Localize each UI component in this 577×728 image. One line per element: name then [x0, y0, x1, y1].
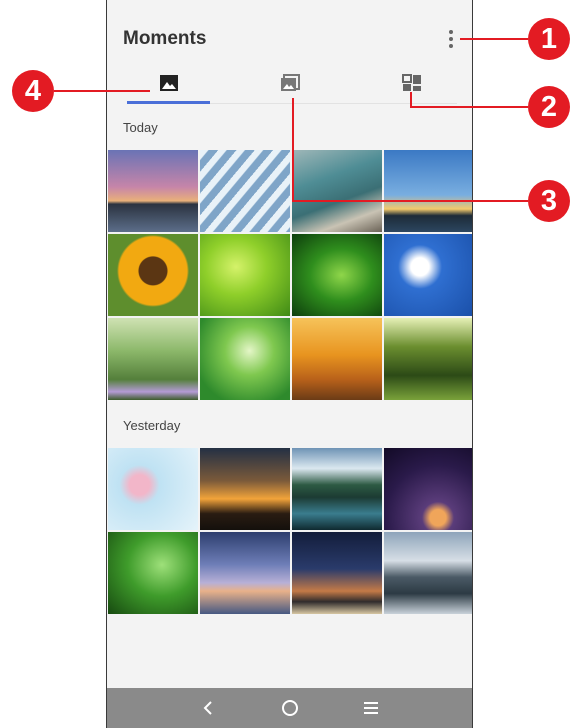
photo-thumbnail[interactable] [384, 532, 472, 614]
tab-divider [207, 103, 457, 104]
photo-thumbnail[interactable] [200, 234, 290, 316]
callout-line [410, 92, 412, 108]
tab-albums[interactable] [245, 64, 335, 104]
photo-thumbnail[interactable] [108, 234, 198, 316]
photo-grid-today [107, 150, 472, 400]
photo-thumbnail[interactable] [200, 448, 290, 530]
photo-thumbnail[interactable] [200, 532, 290, 614]
tab-photos[interactable] [124, 64, 214, 104]
photo-thumbnail[interactable] [108, 150, 198, 232]
photo-thumbnail[interactable] [108, 318, 198, 400]
photo-thumbnail[interactable] [292, 318, 382, 400]
photo-thumbnail[interactable] [384, 150, 472, 232]
photo-thumbnail[interactable] [200, 318, 290, 400]
photo-thumbnail[interactable] [292, 234, 382, 316]
back-icon[interactable] [199, 698, 219, 718]
more-options-icon[interactable] [448, 30, 454, 48]
section-label-today: Today [123, 120, 158, 135]
tab-collage[interactable] [367, 64, 457, 104]
view-tabs [107, 64, 472, 104]
phone-screen: Moments Today Yesterday [106, 0, 473, 728]
callout-line [460, 38, 528, 40]
photo-icon [160, 75, 178, 91]
home-icon[interactable] [280, 698, 300, 718]
callout-badge: 1 [528, 18, 570, 60]
menu-icon[interactable] [361, 698, 381, 718]
callout-line [292, 200, 528, 202]
album-icon [281, 74, 300, 91]
callout-badge: 4 [12, 70, 54, 112]
photo-thumbnail[interactable] [108, 532, 198, 614]
page-title: Moments [123, 28, 207, 49]
photo-thumbnail[interactable] [292, 532, 382, 614]
navigation-bar [107, 688, 472, 728]
collage-icon [402, 74, 421, 91]
callout-line [410, 106, 528, 108]
callout-badge: 3 [528, 180, 570, 222]
photo-thumbnail[interactable] [384, 448, 472, 530]
callout-line [54, 90, 150, 92]
photo-thumbnail[interactable] [200, 150, 290, 232]
photo-thumbnail[interactable] [292, 150, 382, 232]
callout-badge: 2 [528, 86, 570, 128]
photo-thumbnail[interactable] [384, 234, 472, 316]
photo-thumbnail[interactable] [292, 448, 382, 530]
photo-thumbnail[interactable] [108, 448, 198, 530]
photo-thumbnail[interactable] [384, 318, 472, 400]
section-label-yesterday: Yesterday [123, 418, 181, 433]
tab-indicator [127, 101, 210, 104]
callout-line [292, 98, 294, 202]
photo-grid-yesterday [107, 448, 472, 614]
